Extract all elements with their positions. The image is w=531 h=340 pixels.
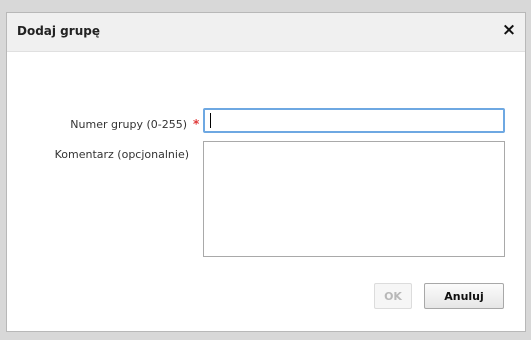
text-caret — [210, 113, 211, 128]
dialog-titlebar: Dodaj grupę × — [7, 13, 525, 52]
cancel-button[interactable]: Anuluj — [424, 283, 504, 309]
close-icon[interactable]: × — [499, 20, 519, 40]
group-number-input[interactable] — [203, 108, 505, 133]
dialog-title: Dodaj grupę — [17, 24, 100, 38]
add-group-dialog: Dodaj grupę × Numer grupy (0-255) * Kome… — [6, 12, 526, 332]
comment-label: Komentarz (opcjonalnie) — [54, 148, 189, 161]
comment-textarea[interactable] — [203, 141, 505, 257]
ok-button[interactable]: OK — [374, 283, 412, 309]
required-marker: * — [193, 117, 200, 131]
group-number-label: Numer grupy (0-255) — [70, 118, 187, 131]
